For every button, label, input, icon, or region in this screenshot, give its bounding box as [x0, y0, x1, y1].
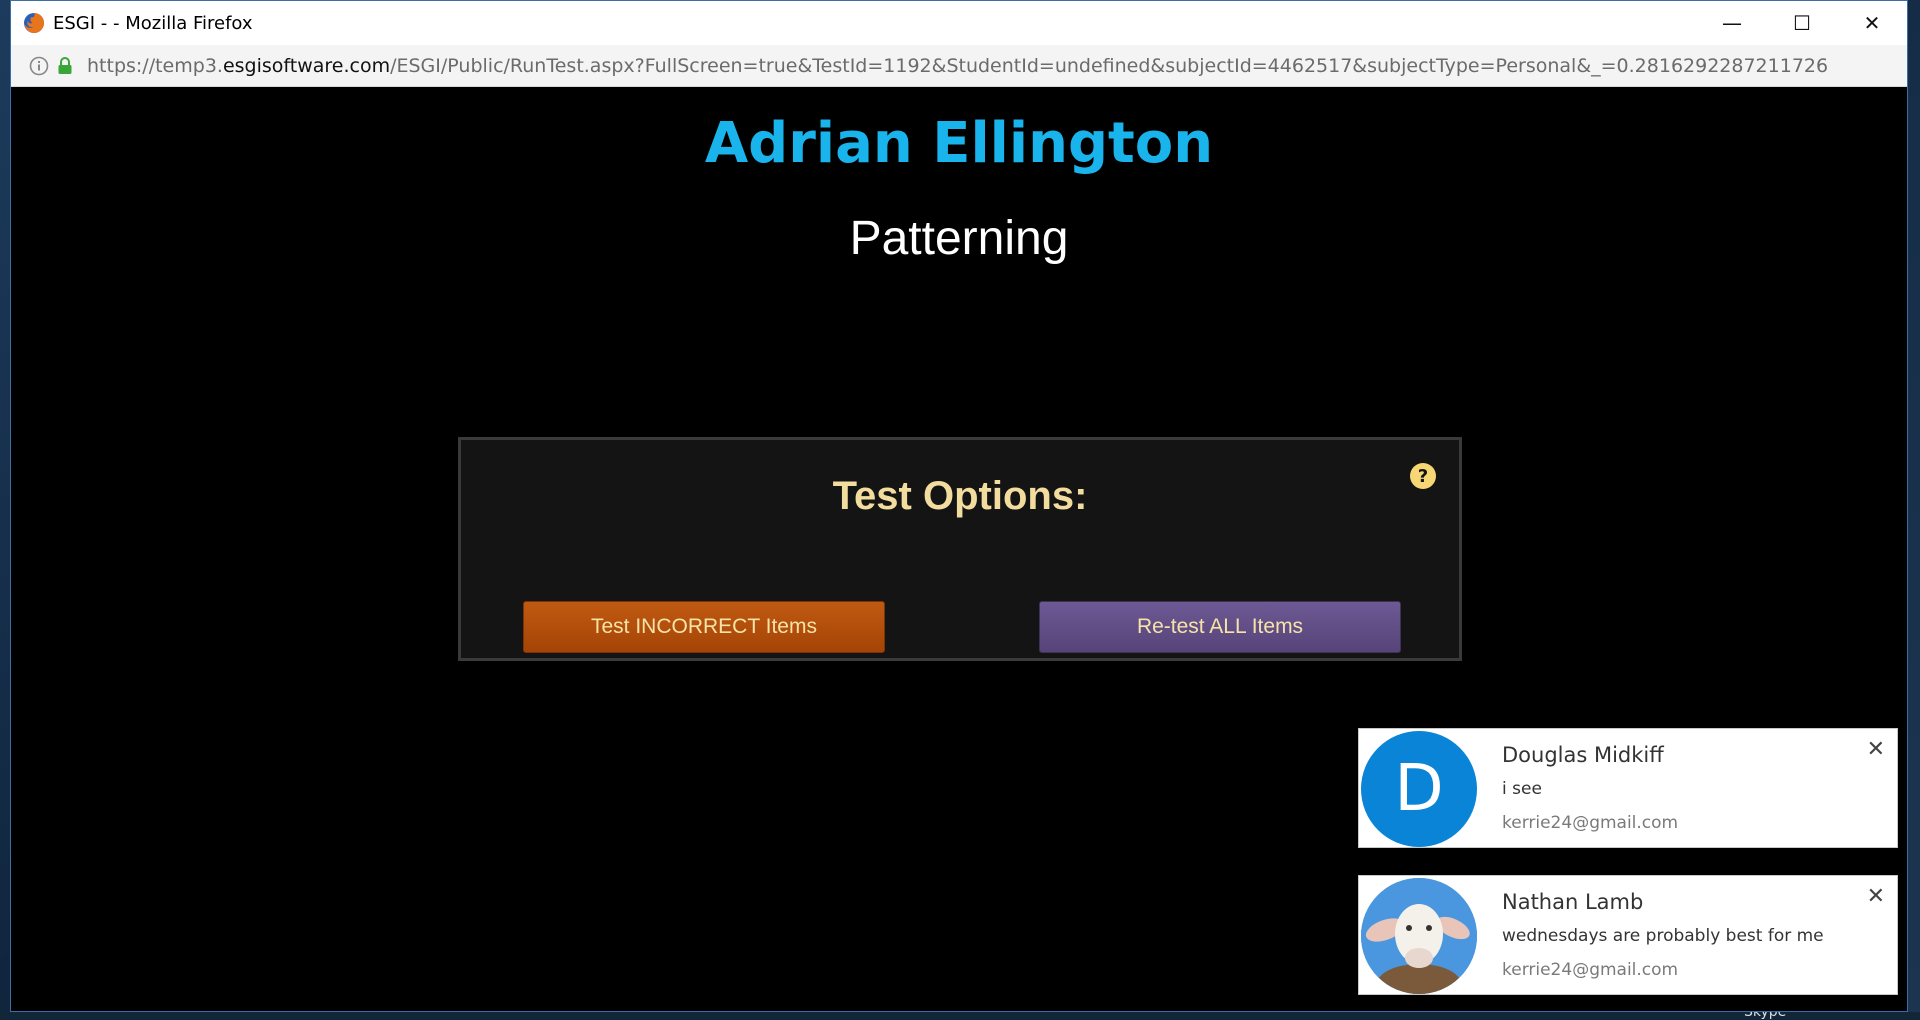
svg-text:?: ?	[1418, 466, 1428, 487]
student-name: Adrian Ellington	[704, 111, 1214, 176]
close-button[interactable]: ✕	[1837, 1, 1907, 45]
test-options-panel: Test Options: ? Test INCORRECT Items Re-…	[458, 437, 1462, 661]
notification-email: kerrie24@gmail.com	[1502, 960, 1679, 980]
avatar: D	[1361, 731, 1477, 847]
window-controls: — ☐ ✕	[1697, 1, 1907, 45]
notification-sender: Douglas Midkiff	[1502, 743, 1664, 767]
window-title: ESGI - - Mozilla Firefox	[53, 12, 253, 34]
close-icon[interactable]: ✕	[1867, 884, 1885, 909]
notification-message: i see	[1502, 779, 1542, 799]
goat-avatar-icon	[1361, 878, 1477, 994]
info-icon[interactable]	[29, 56, 49, 76]
desktop-background	[0, 1012, 1920, 1020]
lock-icon	[58, 56, 72, 74]
url-text[interactable]: https://temp3.esgisoftware.com/ESGI/Publ…	[87, 55, 1828, 77]
avatar	[1361, 878, 1477, 994]
test-options-title: Test Options:	[832, 474, 1088, 518]
page-content: Adrian Ellington Patterning Test Options…	[11, 87, 1907, 1011]
browser-window: ESGI - - Mozilla Firefox — ☐ ✕ https://t…	[10, 0, 1908, 1012]
notification-email: kerrie24@gmail.com	[1502, 813, 1679, 833]
retest-all-items-button[interactable]: Re-test ALL Items	[1039, 601, 1401, 653]
notification-nathan[interactable]: Nathan Lamb wednesdays are probably best…	[1358, 875, 1898, 995]
url-prefix: https://temp3.	[87, 54, 223, 77]
test-name: Patterning	[849, 212, 1069, 265]
test-incorrect-items-button[interactable]: Test INCORRECT Items	[523, 601, 885, 653]
title-bar: ESGI - - Mozilla Firefox — ☐ ✕	[11, 1, 1907, 45]
notification-douglas[interactable]: D Douglas Midkiff i see kerrie24@gmail.c…	[1358, 728, 1898, 848]
address-bar[interactable]: https://temp3.esgisoftware.com/ESGI/Publ…	[11, 45, 1907, 87]
maximize-button[interactable]: ☐	[1767, 1, 1837, 45]
url-domain: esgisoftware.com	[222, 54, 391, 77]
url-path: /ESGI/Public/RunTest.aspx?FullScreen=tru…	[390, 54, 1829, 77]
question-circle-icon[interactable]: ?	[1409, 462, 1437, 490]
minimize-button[interactable]: —	[1697, 1, 1767, 45]
notification-sender: Nathan Lamb	[1502, 890, 1644, 914]
close-icon[interactable]: ✕	[1867, 737, 1885, 762]
firefox-icon	[24, 13, 44, 33]
notification-message: wednesdays are probably best for me	[1502, 926, 1824, 946]
